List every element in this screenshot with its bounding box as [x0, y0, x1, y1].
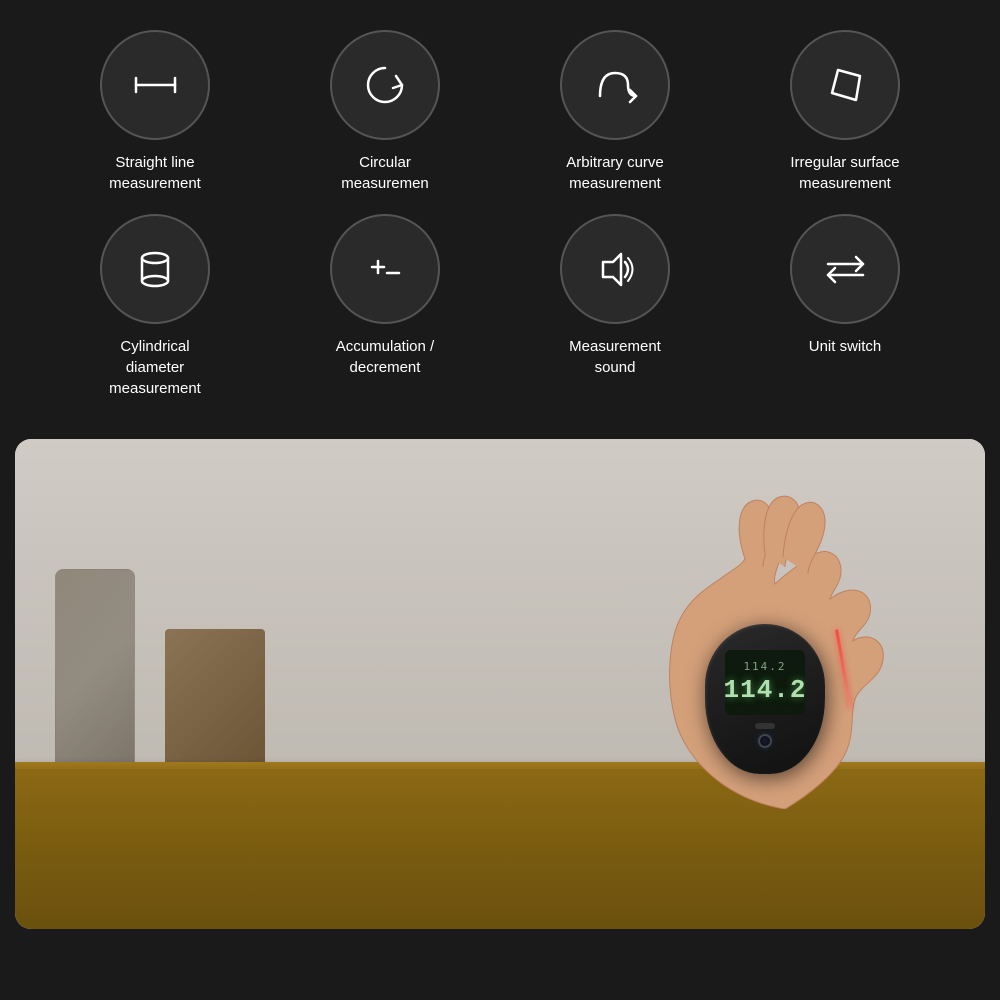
unit-switch-icon	[818, 242, 873, 297]
unit-switch-circle	[790, 214, 900, 324]
feature-unit-switch: Unit switch	[740, 214, 950, 357]
feature-arbitrary-curve: Arbitrary curvemeasurement	[510, 30, 720, 194]
background-box	[165, 629, 265, 769]
device-container: 114.2 114.2	[705, 624, 825, 774]
photo-simulation: 114.2 114.2	[15, 439, 985, 929]
feature-row-2: Cylindricaldiametermeasurement Accumulat…	[40, 214, 960, 399]
unit-switch-label: Unit switch	[809, 336, 882, 357]
accumulation-label: Accumulation /decrement	[336, 336, 434, 378]
irregular-surface-icon	[818, 58, 873, 113]
circular-circle	[330, 30, 440, 140]
device-button[interactable]	[755, 723, 775, 729]
device-lens	[758, 734, 772, 748]
circular-label: Circularmeasuremen	[341, 152, 429, 194]
feature-measurement-sound: Measurementsound	[510, 214, 720, 378]
feature-irregular-surface: Irregular surfacemeasurement	[740, 30, 950, 194]
arbitrary-curve-label: Arbitrary curvemeasurement	[566, 152, 664, 194]
device-display-main: 114.2	[725, 675, 805, 705]
device-body: 114.2 114.2	[705, 624, 825, 774]
device-screen-wrap: 114.2 114.2	[725, 650, 805, 715]
accumulation-circle	[330, 214, 440, 324]
feature-cylindrical: Cylindricaldiametermeasurement	[50, 214, 260, 399]
cylindrical-circle	[100, 214, 210, 324]
device-display-top: 114.2	[743, 660, 786, 673]
feature-circular: Circularmeasuremen	[280, 30, 490, 194]
cylindrical-icon	[128, 242, 183, 297]
irregular-surface-circle	[790, 30, 900, 140]
features-section: Straight linemeasurement Circularmeasure…	[0, 0, 1000, 429]
device-screen-inner: 114.2 114.2	[725, 650, 805, 715]
accumulation-icon	[358, 242, 413, 297]
photo-section: 114.2 114.2	[15, 439, 985, 929]
measurement-sound-label: Measurementsound	[569, 336, 661, 378]
straight-line-label: Straight linemeasurement	[109, 152, 201, 194]
feature-row-1: Straight linemeasurement Circularmeasure…	[40, 30, 960, 194]
feature-accumulation: Accumulation /decrement	[280, 214, 490, 378]
circular-icon	[358, 58, 413, 113]
measurement-sound-circle	[560, 214, 670, 324]
straight-line-icon	[128, 58, 183, 113]
page-container: Straight linemeasurement Circularmeasure…	[0, 0, 1000, 929]
cylindrical-label: Cylindricaldiametermeasurement	[109, 336, 201, 399]
arbitrary-curve-icon	[588, 58, 643, 113]
arbitrary-curve-circle	[560, 30, 670, 140]
background-glass	[55, 569, 135, 769]
straight-line-circle	[100, 30, 210, 140]
feature-straight-line: Straight linemeasurement	[50, 30, 260, 194]
measurement-sound-icon	[588, 242, 643, 297]
irregular-surface-label: Irregular surfacemeasurement	[790, 152, 899, 194]
